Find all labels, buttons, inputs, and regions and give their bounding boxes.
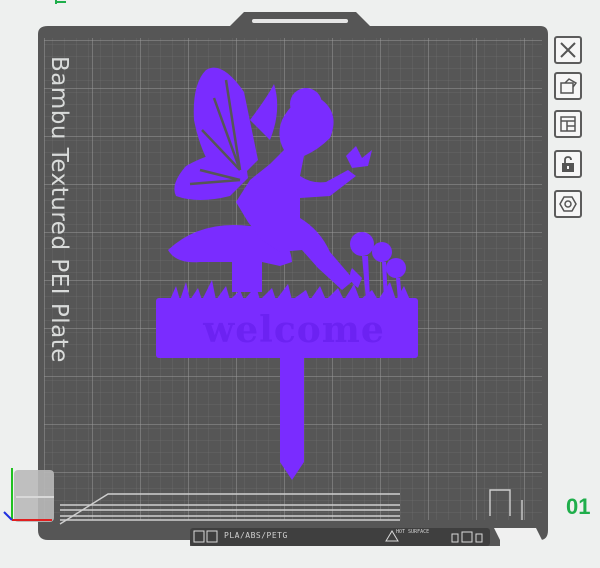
layout-icon: [560, 116, 576, 132]
hot-surface-label: HOT SURFACE: [396, 529, 430, 535]
build-plate-viewport[interactable]: [0, 0, 600, 568]
hexagon-settings-icon: [559, 196, 577, 212]
close-icon: [560, 42, 576, 58]
close-button[interactable]: [554, 36, 582, 64]
material-label: PLA/ABS/PETG: [224, 531, 288, 540]
arrange-icon: [560, 78, 577, 94]
settings-button[interactable]: [554, 190, 582, 218]
lock-icon: [562, 156, 574, 172]
lock-button[interactable]: [554, 150, 582, 178]
plate-number[interactable]: 01: [566, 494, 590, 520]
plate-name-label: Bambu Textured PEI Plate: [46, 56, 72, 363]
layout-button[interactable]: [554, 110, 582, 138]
plate-corner-tab: [494, 528, 542, 540]
sign-text: welcome: [203, 309, 385, 351]
arrange-button[interactable]: [554, 72, 582, 100]
plate-info-strip: PLA/ABS/PETG HOT SURFACE: [190, 528, 490, 546]
